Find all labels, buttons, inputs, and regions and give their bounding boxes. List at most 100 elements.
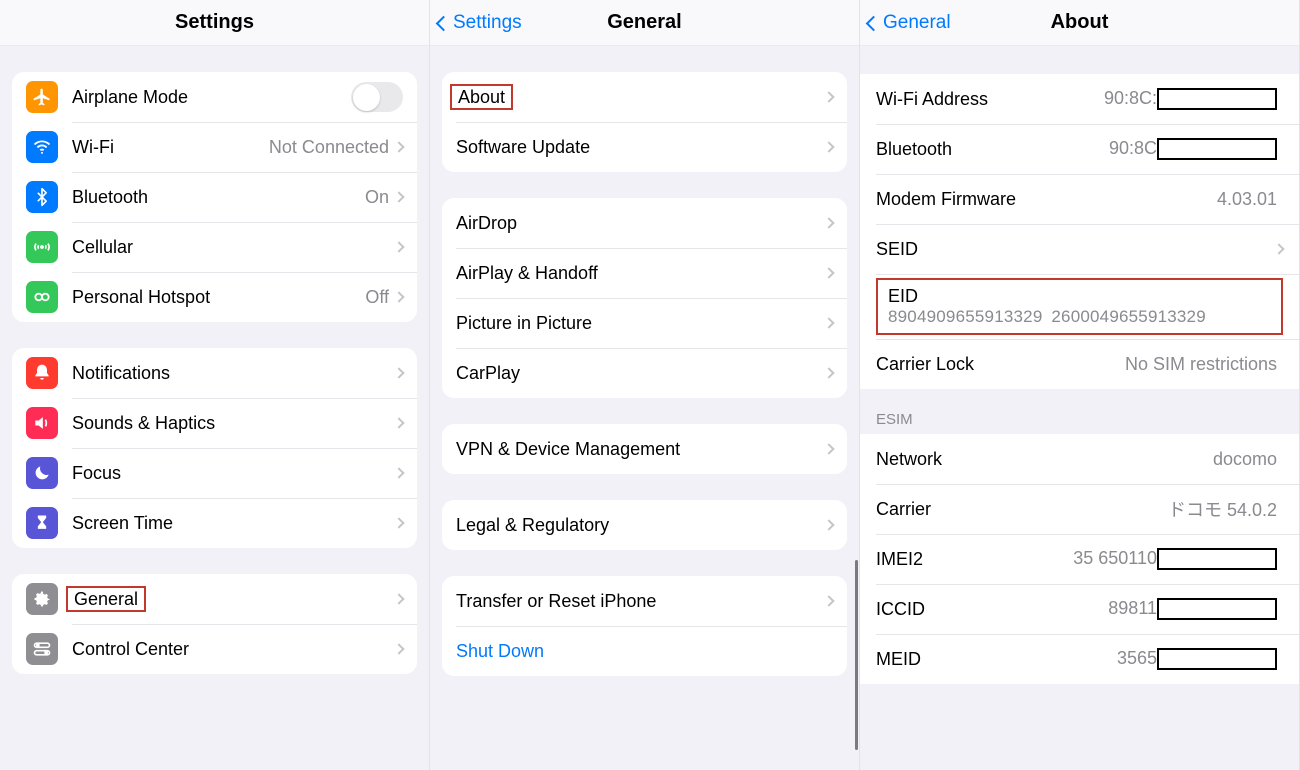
chevron-right-icon <box>393 141 404 152</box>
about-row: Carrier LockNo SIM restrictions <box>860 339 1299 389</box>
row[interactable]: CarPlay <box>442 348 847 398</box>
row[interactable]: AirDrop <box>442 198 847 248</box>
chevron-right-icon <box>393 643 404 654</box>
chevron-left-icon <box>436 15 452 31</box>
navbar: General About <box>860 0 1299 46</box>
chevron-right-icon <box>823 91 834 102</box>
row-bell[interactable]: Notifications <box>12 348 417 398</box>
row-value: Not Connected <box>269 137 389 158</box>
redacted-box <box>1157 648 1277 670</box>
scroll-indicator <box>855 560 858 750</box>
row-label: Software Update <box>456 137 825 158</box>
about-label: SEID <box>876 239 1275 260</box>
redacted-box <box>1157 138 1277 160</box>
row-label: Notifications <box>72 363 395 384</box>
settings-pane: Settings Airplane ModeWi-FiNot Connected… <box>0 0 430 770</box>
page-title: Settings <box>175 11 254 34</box>
row-label: About <box>456 87 825 108</box>
about-pane: General About Wi-Fi Address90:8C: Bluetoo… <box>860 0 1300 770</box>
row[interactable]: AirPlay & Handoff <box>442 248 847 298</box>
navbar: Settings General <box>430 0 859 46</box>
back-button[interactable]: Settings <box>438 0 522 46</box>
eid-highlight-box: EID8904909655913329 2600049655913329 <box>876 278 1283 335</box>
page-title: General <box>607 11 681 34</box>
wifi-icon <box>26 131 58 163</box>
row[interactable]: Shut Down <box>442 626 847 676</box>
row[interactable]: Legal & Regulatory <box>442 500 847 550</box>
row-label: Transfer or Reset iPhone <box>456 591 825 612</box>
general-pane: Settings General About Software Update Ai… <box>430 0 860 770</box>
about-row: ICCID89811 <box>860 584 1299 634</box>
about-value: No SIM restrictions <box>1125 354 1277 375</box>
redacted-box <box>1157 598 1277 620</box>
row[interactable]: Transfer or Reset iPhone <box>442 576 847 626</box>
row-value: Off <box>365 287 389 308</box>
row-wifi[interactable]: Wi-FiNot Connected <box>12 122 417 172</box>
speaker-icon <box>26 407 58 439</box>
row-hourglass[interactable]: Screen Time <box>12 498 417 548</box>
eid-row: EID8904909655913329 2600049655913329 <box>860 274 1299 339</box>
row-label: Sounds & Haptics <box>72 413 395 434</box>
row-label: General <box>72 589 395 610</box>
about-value: 90:8C <box>1109 138 1277 160</box>
about-value: ドコモ 54.0.2 <box>1168 496 1277 522</box>
about-row: Carrierドコモ 54.0.2 <box>860 484 1299 534</box>
bell-icon <box>26 357 58 389</box>
about-label: Bluetooth <box>876 139 1109 160</box>
chevron-right-icon <box>393 191 404 202</box>
about-label: ICCID <box>876 599 1108 620</box>
row[interactable]: Software Update <box>442 122 847 172</box>
chevron-right-icon <box>393 593 404 604</box>
row-speaker[interactable]: Sounds & Haptics <box>12 398 417 448</box>
chevron-right-icon <box>823 443 834 454</box>
esim-section-header: ESIM <box>860 389 1299 434</box>
row-switches[interactable]: Control Center <box>12 624 417 674</box>
row-bluetooth[interactable]: BluetoothOn <box>12 172 417 222</box>
hourglass-icon <box>26 507 58 539</box>
row-gear[interactable]: General <box>12 574 417 624</box>
row-value: On <box>365 187 389 208</box>
row[interactable]: VPN & Device Management <box>442 424 847 474</box>
row-label: AirDrop <box>456 213 825 234</box>
about-row: MEID3565 <box>860 634 1299 684</box>
toggle[interactable] <box>351 82 403 112</box>
chevron-right-icon <box>393 241 404 252</box>
row-cellular[interactable]: Cellular <box>12 222 417 272</box>
about-row: Networkdocomo <box>860 434 1299 484</box>
row-label: Screen Time <box>72 513 395 534</box>
about-value: docomo <box>1213 449 1277 470</box>
row-label: Shut Down <box>456 641 833 662</box>
row-label: Control Center <box>72 639 395 660</box>
about-label: Wi-Fi Address <box>876 89 1104 110</box>
hotspot-icon <box>26 281 58 313</box>
row-hotspot[interactable]: Personal HotspotOff <box>12 272 417 322</box>
row-label: VPN & Device Management <box>456 439 825 460</box>
bluetooth-icon <box>26 181 58 213</box>
navbar: Settings <box>0 0 429 46</box>
gear-icon <box>26 583 58 615</box>
about-row: Wi-Fi Address90:8C: <box>860 74 1299 124</box>
chevron-right-icon <box>823 595 834 606</box>
chevron-right-icon <box>393 417 404 428</box>
back-button[interactable]: General <box>868 0 951 46</box>
row-moon[interactable]: Focus <box>12 448 417 498</box>
about-value: 4.03.01 <box>1217 189 1277 210</box>
about-value: 3565 <box>1117 648 1277 670</box>
chevron-right-icon <box>393 517 404 528</box>
back-label: General <box>883 12 951 34</box>
row-airplane[interactable]: Airplane Mode <box>12 72 417 122</box>
row[interactable]: Picture in Picture <box>442 298 847 348</box>
chevron-right-icon <box>823 519 834 530</box>
chevron-right-icon <box>823 367 834 378</box>
about-label: Network <box>876 449 1213 470</box>
row-label: Cellular <box>72 237 395 258</box>
about-label: Carrier <box>876 499 1168 520</box>
chevron-right-icon <box>823 267 834 278</box>
about-label: Carrier Lock <box>876 354 1125 375</box>
row-label: Bluetooth <box>72 187 365 208</box>
redacted-box <box>1157 548 1277 570</box>
about-value: 90:8C: <box>1104 88 1277 110</box>
row[interactable]: About <box>442 72 847 122</box>
about-row[interactable]: SEID <box>860 224 1299 274</box>
back-label: Settings <box>453 12 522 34</box>
